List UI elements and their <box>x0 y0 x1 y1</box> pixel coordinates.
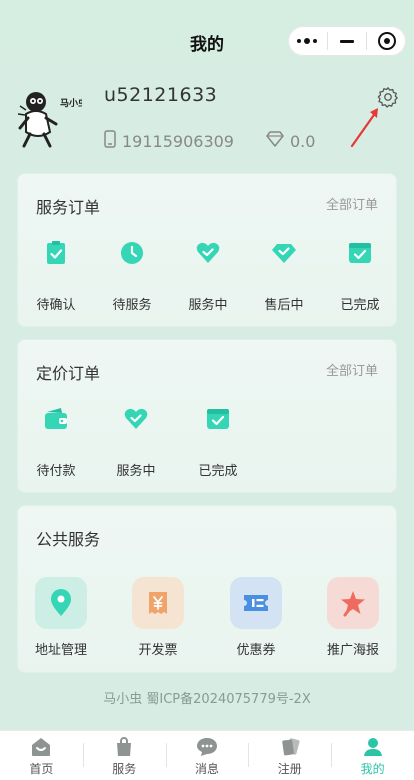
points-value: 0.0 <box>289 131 316 151</box>
tab-label: 注册 <box>277 762 302 776</box>
service-label: 地址管理 <box>34 643 87 658</box>
diamond-icon <box>266 131 284 151</box>
points-balance: 0.0 <box>266 131 315 151</box>
pricing-status-in-service[interactable]: 服务中 <box>98 406 174 479</box>
order-status-pending-service[interactable]: 待服务 <box>94 240 170 313</box>
location-pin-icon <box>35 577 87 629</box>
user-meta-row: 19115906309 0.0 <box>104 130 315 152</box>
service-orders-all-link[interactable]: 全部订单 <box>326 194 378 213</box>
service-label: 开发票 <box>138 643 178 658</box>
bottom-tab-bar: 首页 服务 消息 注册 我的 <box>0 730 414 780</box>
minimize-button[interactable] <box>328 26 367 56</box>
tab-label: 我的 <box>360 762 385 776</box>
order-status-label: 待服务 <box>112 298 152 313</box>
tab-label: 首页 <box>29 762 54 776</box>
heart-check-icon <box>123 406 149 432</box>
avatar-image: 马小虫 <box>17 92 87 148</box>
pointer-arrow-icon <box>350 108 378 148</box>
svg-text:马小虫: 马小虫 <box>60 97 82 109</box>
tab-register[interactable]: 注册 <box>248 731 331 780</box>
pricing-status-pending-payment[interactable]: 待付款 <box>18 406 94 479</box>
calendar-check-icon <box>205 406 231 432</box>
home-icon <box>32 738 51 756</box>
avatar[interactable]: 马小虫 <box>16 88 87 150</box>
star-poster-icon <box>327 577 379 629</box>
tab-mine[interactable]: 我的 <box>331 731 414 780</box>
pricing-orders-title: 定价订单 <box>36 364 101 383</box>
order-status-completed[interactable]: 已完成 <box>322 240 398 313</box>
calendar-check-icon <box>347 240 373 266</box>
public-services-card: 公共服务 地址管理 开发票 优惠券 推广海报 <box>17 505 397 673</box>
coupon-icon <box>230 577 282 629</box>
diamond-check-icon <box>271 240 297 266</box>
order-status-label: 售后中 <box>264 298 304 313</box>
pricing-status-completed[interactable]: 已完成 <box>180 406 256 479</box>
more-dots-icon <box>297 38 318 44</box>
wallet-icon <box>43 406 69 432</box>
service-label: 优惠券 <box>236 643 276 658</box>
order-status-label: 待确认 <box>36 298 76 313</box>
service-orders-card: 服务订单 全部订单 待确认 待服务 服务中 售后中 已完成 <box>17 173 397 327</box>
username: u52121633 <box>104 84 218 106</box>
minimize-icon <box>340 39 354 43</box>
invoice-icon <box>132 577 184 629</box>
service-invoice[interactable]: 开发票 <box>122 577 194 658</box>
close-miniprogram-button[interactable] <box>367 26 406 56</box>
target-icon <box>377 32 396 50</box>
pricing-status-label: 服务中 <box>116 464 156 479</box>
pricing-status-label: 待付款 <box>36 464 76 479</box>
heart-check-icon <box>195 240 221 266</box>
clipboard-check-icon <box>43 240 69 266</box>
order-status-after-sales[interactable]: 售后中 <box>246 240 322 313</box>
order-status-in-service[interactable]: 服务中 <box>170 240 246 313</box>
service-orders-title: 服务订单 <box>36 198 101 217</box>
tab-label: 服务 <box>112 762 137 776</box>
clock-icon <box>119 240 145 266</box>
tab-home[interactable]: 首页 <box>0 731 83 780</box>
more-menu-button[interactable] <box>288 26 327 56</box>
chat-icon <box>196 738 217 756</box>
pricing-orders-card: 定价订单 全部订单 待付款 服务中 已完成 <box>17 339 397 493</box>
service-coupon[interactable]: 优惠券 <box>220 577 292 658</box>
order-status-pending-confirm[interactable]: 待确认 <box>18 240 94 313</box>
tab-label: 消息 <box>194 762 219 776</box>
settings-gear-icon[interactable] <box>377 86 399 108</box>
user-icon <box>363 738 382 756</box>
bag-icon <box>117 737 132 756</box>
pricing-orders-all-link[interactable]: 全部订单 <box>326 360 378 379</box>
public-services-title: 公共服务 <box>36 530 101 549</box>
icp-record: 马小虫 蜀ICP备2024075779号-2X <box>103 692 311 707</box>
top-nav-bar: 我的 <box>0 0 414 60</box>
phone-icon <box>104 130 116 152</box>
order-status-label: 服务中 <box>188 298 228 313</box>
service-promo-poster[interactable]: 推广海报 <box>317 577 389 658</box>
pricing-status-label: 已完成 <box>198 464 238 479</box>
miniprogram-capsule <box>288 26 406 56</box>
service-label: 推广海报 <box>326 643 379 658</box>
service-address-management[interactable]: 地址管理 <box>25 577 97 658</box>
order-status-label: 已完成 <box>340 298 380 313</box>
tab-service[interactable]: 服务 <box>82 731 166 780</box>
cards-icon <box>282 738 300 756</box>
tab-messages[interactable]: 消息 <box>165 731 249 780</box>
phone-number: 19115906309 <box>122 131 234 151</box>
